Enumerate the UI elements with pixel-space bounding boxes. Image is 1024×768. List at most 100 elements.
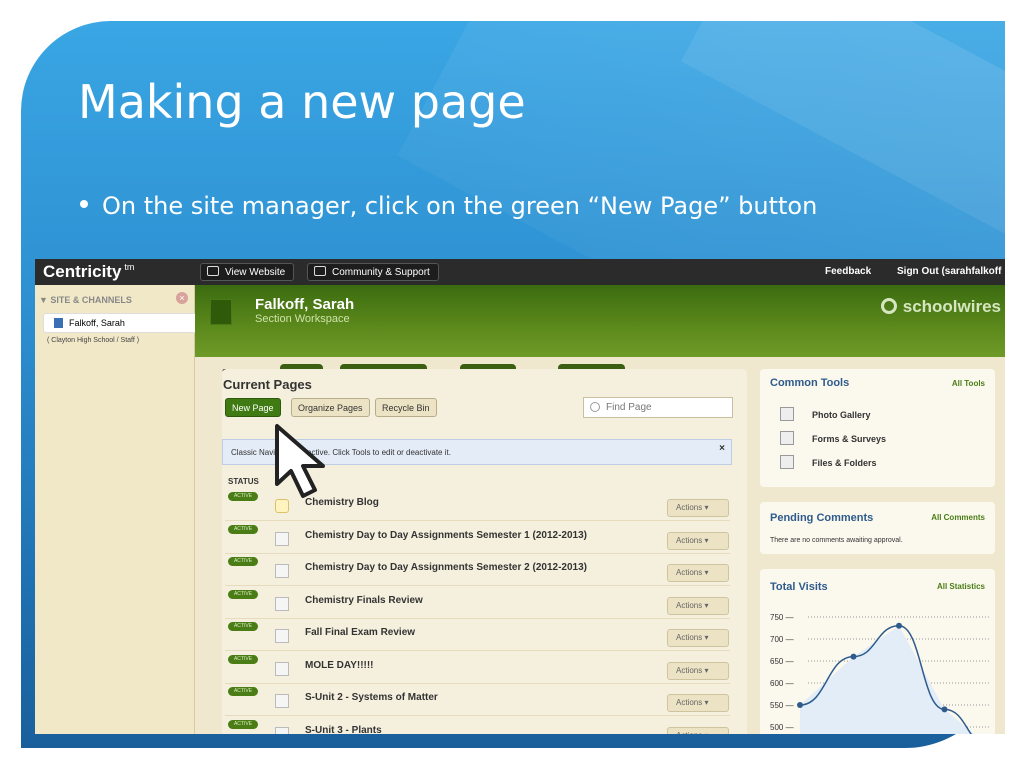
actions-dropdown[interactable]: Actions ▾ <box>667 694 729 712</box>
feedback-link[interactable]: Feedback <box>825 266 871 277</box>
screenshot: Centricity tm View Website Community & Su… <box>35 259 1005 734</box>
table-row[interactable]: ACTIVE MOLE DAY!!!!! Actions ▾ <box>225 652 730 684</box>
status-badge: ACTIVE <box>228 524 258 534</box>
pending-comments-text: There are no comments awaiting approval. <box>770 537 903 544</box>
schoolwires-icon <box>880 298 897 314</box>
data-point <box>850 653 857 660</box>
status-badge: ACTIVE <box>228 622 258 631</box>
page-icon <box>275 661 289 676</box>
brand-mark: tm <box>124 262 135 273</box>
status-column-header: STATUS <box>228 477 259 486</box>
section-subtitle: Section Workspace <box>255 313 350 325</box>
all-tools-link[interactable]: All Tools <box>952 379 985 388</box>
actions-dropdown[interactable]: Actions ▾ <box>667 596 729 615</box>
find-page-input[interactable]: Find Page <box>583 397 733 418</box>
pending-comments-title: Pending Comments <box>770 512 874 524</box>
sidebar-header[interactable]: ▼ SITE & CHANNELS <box>39 295 132 305</box>
monitor-icon <box>207 266 219 276</box>
section-icon <box>54 318 63 328</box>
actions-dropdown[interactable]: Actions ▾ <box>667 726 729 734</box>
page-title[interactable]: Chemistry Day to Day Assignments Semeste… <box>305 562 587 573</box>
page-title[interactable]: Chemistry Finals Review <box>305 595 423 606</box>
schoolwires-logo: schoolwires <box>880 297 1001 317</box>
folder-icon <box>780 455 794 469</box>
tool-forms-surveys[interactable]: Forms & Surveys <box>780 431 886 445</box>
status-badge: ACTIVE <box>228 687 258 696</box>
actions-dropdown[interactable]: Actions ▾ <box>667 499 729 517</box>
all-statistics-link[interactable]: All Statistics <box>937 582 985 591</box>
brand-logo[interactable]: Centricity tm <box>43 262 134 282</box>
table-row[interactable]: ACTIVE S-Unit 2 - Systems of Matter Action… <box>225 684 730 716</box>
page-icon <box>275 726 289 734</box>
pending-comments-card: Pending Comments All Comments <box>760 502 995 554</box>
find-page-placeholder: Find Page <box>606 402 652 413</box>
tool-files-folders[interactable]: Files & Folders <box>780 455 877 469</box>
actions-dropdown[interactable]: Actions ▾ <box>667 661 729 680</box>
status-badge: ACTIVE <box>228 557 258 566</box>
table-row[interactable]: ACTIVE S-Unit 3 - Plants Actions ▾ <box>225 717 730 735</box>
schoolwires-text: schoolwires <box>902 297 1001 316</box>
status-badge: ACTIVE <box>228 719 258 729</box>
sidebar-item-label: Falkoff, Sarah <box>69 318 125 328</box>
page-title[interactable]: Chemistry Day to Day Assignments Semeste… <box>305 530 587 541</box>
page-title[interactable]: S-Unit 2 - Systems of Matter <box>305 692 438 703</box>
tool-photo-gallery[interactable]: Photo Gallery <box>780 407 871 421</box>
data-point <box>797 702 803 708</box>
recycle-bin-button[interactable]: Recycle Bin <box>375 398 437 417</box>
table-row[interactable]: ACTIVE Fall Final Exam Review Actions ▾ <box>225 619 730 651</box>
forms-icon <box>780 431 794 445</box>
community-label: Community & Support <box>332 267 430 278</box>
top-bar: Centricity tm View Website Community & Su… <box>35 259 1005 285</box>
page-icon <box>275 694 289 708</box>
signout-link[interactable]: Sign Out (sarahfalkoff <box>897 266 1001 277</box>
organize-pages-button[interactable]: Organize Pages <box>291 398 370 417</box>
tool-label: Photo Gallery <box>812 410 871 420</box>
table-row[interactable]: ACTIVE Chemistry Day to Day Assignments S… <box>225 522 730 554</box>
sidebar-subtext: ( Clayton High School / Staff ) <box>47 337 140 344</box>
actions-dropdown[interactable]: Actions ▾ <box>667 564 729 582</box>
page-title[interactable]: S-Unit 3 - Plants <box>305 725 382 735</box>
notice-text: Classic Navigation is active. Click Tool… <box>231 448 451 457</box>
table-row[interactable]: ACTIVE Chemistry Day to Day Assignments S… <box>225 554 730 586</box>
all-comments-link[interactable]: All Comments <box>931 513 985 522</box>
common-tools-card: Common Tools All Tools Photo Gallery For… <box>760 369 995 487</box>
section-header: Falkoff, Sarah Section Workspace schoolw… <box>195 285 1005 382</box>
data-point <box>896 622 902 629</box>
y-tick-label: 500 — <box>770 723 794 732</box>
total-visits-title: Total Visits <box>770 581 828 593</box>
actions-dropdown[interactable]: Actions ▾ <box>667 629 729 647</box>
common-tools-title: Common Tools <box>770 377 850 389</box>
new-page-button[interactable]: New Page <box>225 398 281 417</box>
bullet-text: On the site manager, click on the green … <box>102 192 818 220</box>
page-icon <box>275 564 289 578</box>
slide-bullet: On the site manager, click on the green … <box>80 192 817 220</box>
status-badge: ACTIVE <box>228 589 258 599</box>
photo-gallery-icon <box>780 407 794 421</box>
page-icon <box>275 629 289 643</box>
total-visits-card: Total Visits All Statistics 750 — 700 — 65… <box>760 569 995 734</box>
y-tick-label: 550 — <box>770 701 794 710</box>
visits-chart: 750 —700 —650 —600 —550 —500 —450 — <box>770 613 990 734</box>
tool-label: Files & Folders <box>812 458 877 468</box>
community-button[interactable]: Community & Support <box>307 263 439 281</box>
sidebar: ▼ SITE & CHANNELS × Falkoff, Sarah ( Cla… <box>35 285 205 734</box>
brand-text: Centricity <box>43 262 122 281</box>
page-title[interactable]: MOLE DAY!!!!! <box>305 660 374 671</box>
table-row[interactable]: ACTIVE Chemistry Finals Review Actions ▾ <box>225 587 730 619</box>
mouse-cursor-icon <box>275 424 325 498</box>
view-website-button[interactable]: View Website <box>200 263 295 281</box>
view-website-label: View Website <box>225 267 286 278</box>
current-pages-title: Current Pages <box>223 377 312 392</box>
close-icon[interactable]: × <box>176 292 188 304</box>
chat-icon <box>314 266 326 276</box>
bullet-dot-icon <box>80 200 88 208</box>
section-name: Falkoff, Sarah <box>255 296 355 313</box>
search-icon <box>590 402 600 412</box>
status-badge: ACTIVE <box>228 654 258 664</box>
actions-dropdown[interactable]: Actions ▾ <box>667 531 729 550</box>
y-tick-label: 750 — <box>770 613 794 622</box>
page-title[interactable]: Fall Final Exam Review <box>305 627 415 638</box>
sidebar-item-falkoff[interactable]: Falkoff, Sarah <box>43 313 205 333</box>
close-icon[interactable]: × <box>719 443 725 454</box>
slide-title: Making a new page <box>78 75 526 129</box>
